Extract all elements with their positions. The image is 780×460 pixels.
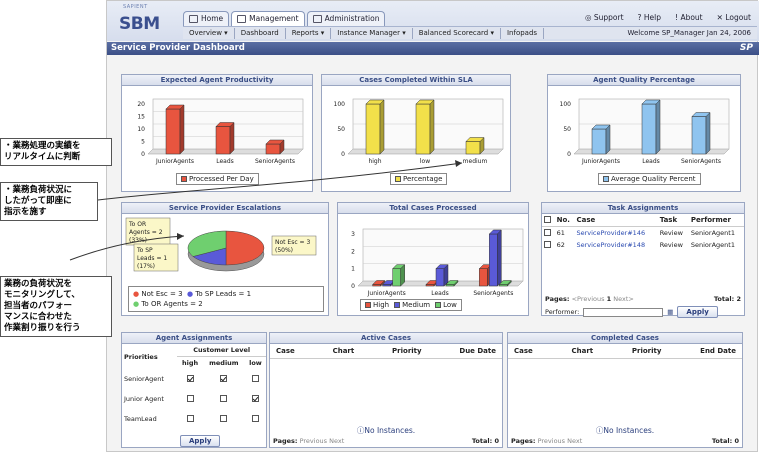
arrow-to-pie bbox=[69, 235, 185, 261]
callout-realtime: ・業務処理の実績を リアルタイムに判断 bbox=[0, 138, 112, 166]
callout-monitoring: 業務の負荷状況を モニタリングして、 担当者のパフォー マンスに合わせた 作業割… bbox=[0, 276, 112, 337]
annotation-arrows bbox=[69, 160, 463, 261]
callout-load: ・業務負荷状況に したがって即座に 指示を施す bbox=[0, 182, 98, 221]
arrow-to-sla bbox=[97, 162, 463, 201]
arrow-head bbox=[455, 160, 462, 167]
arrow-head bbox=[177, 233, 184, 240]
